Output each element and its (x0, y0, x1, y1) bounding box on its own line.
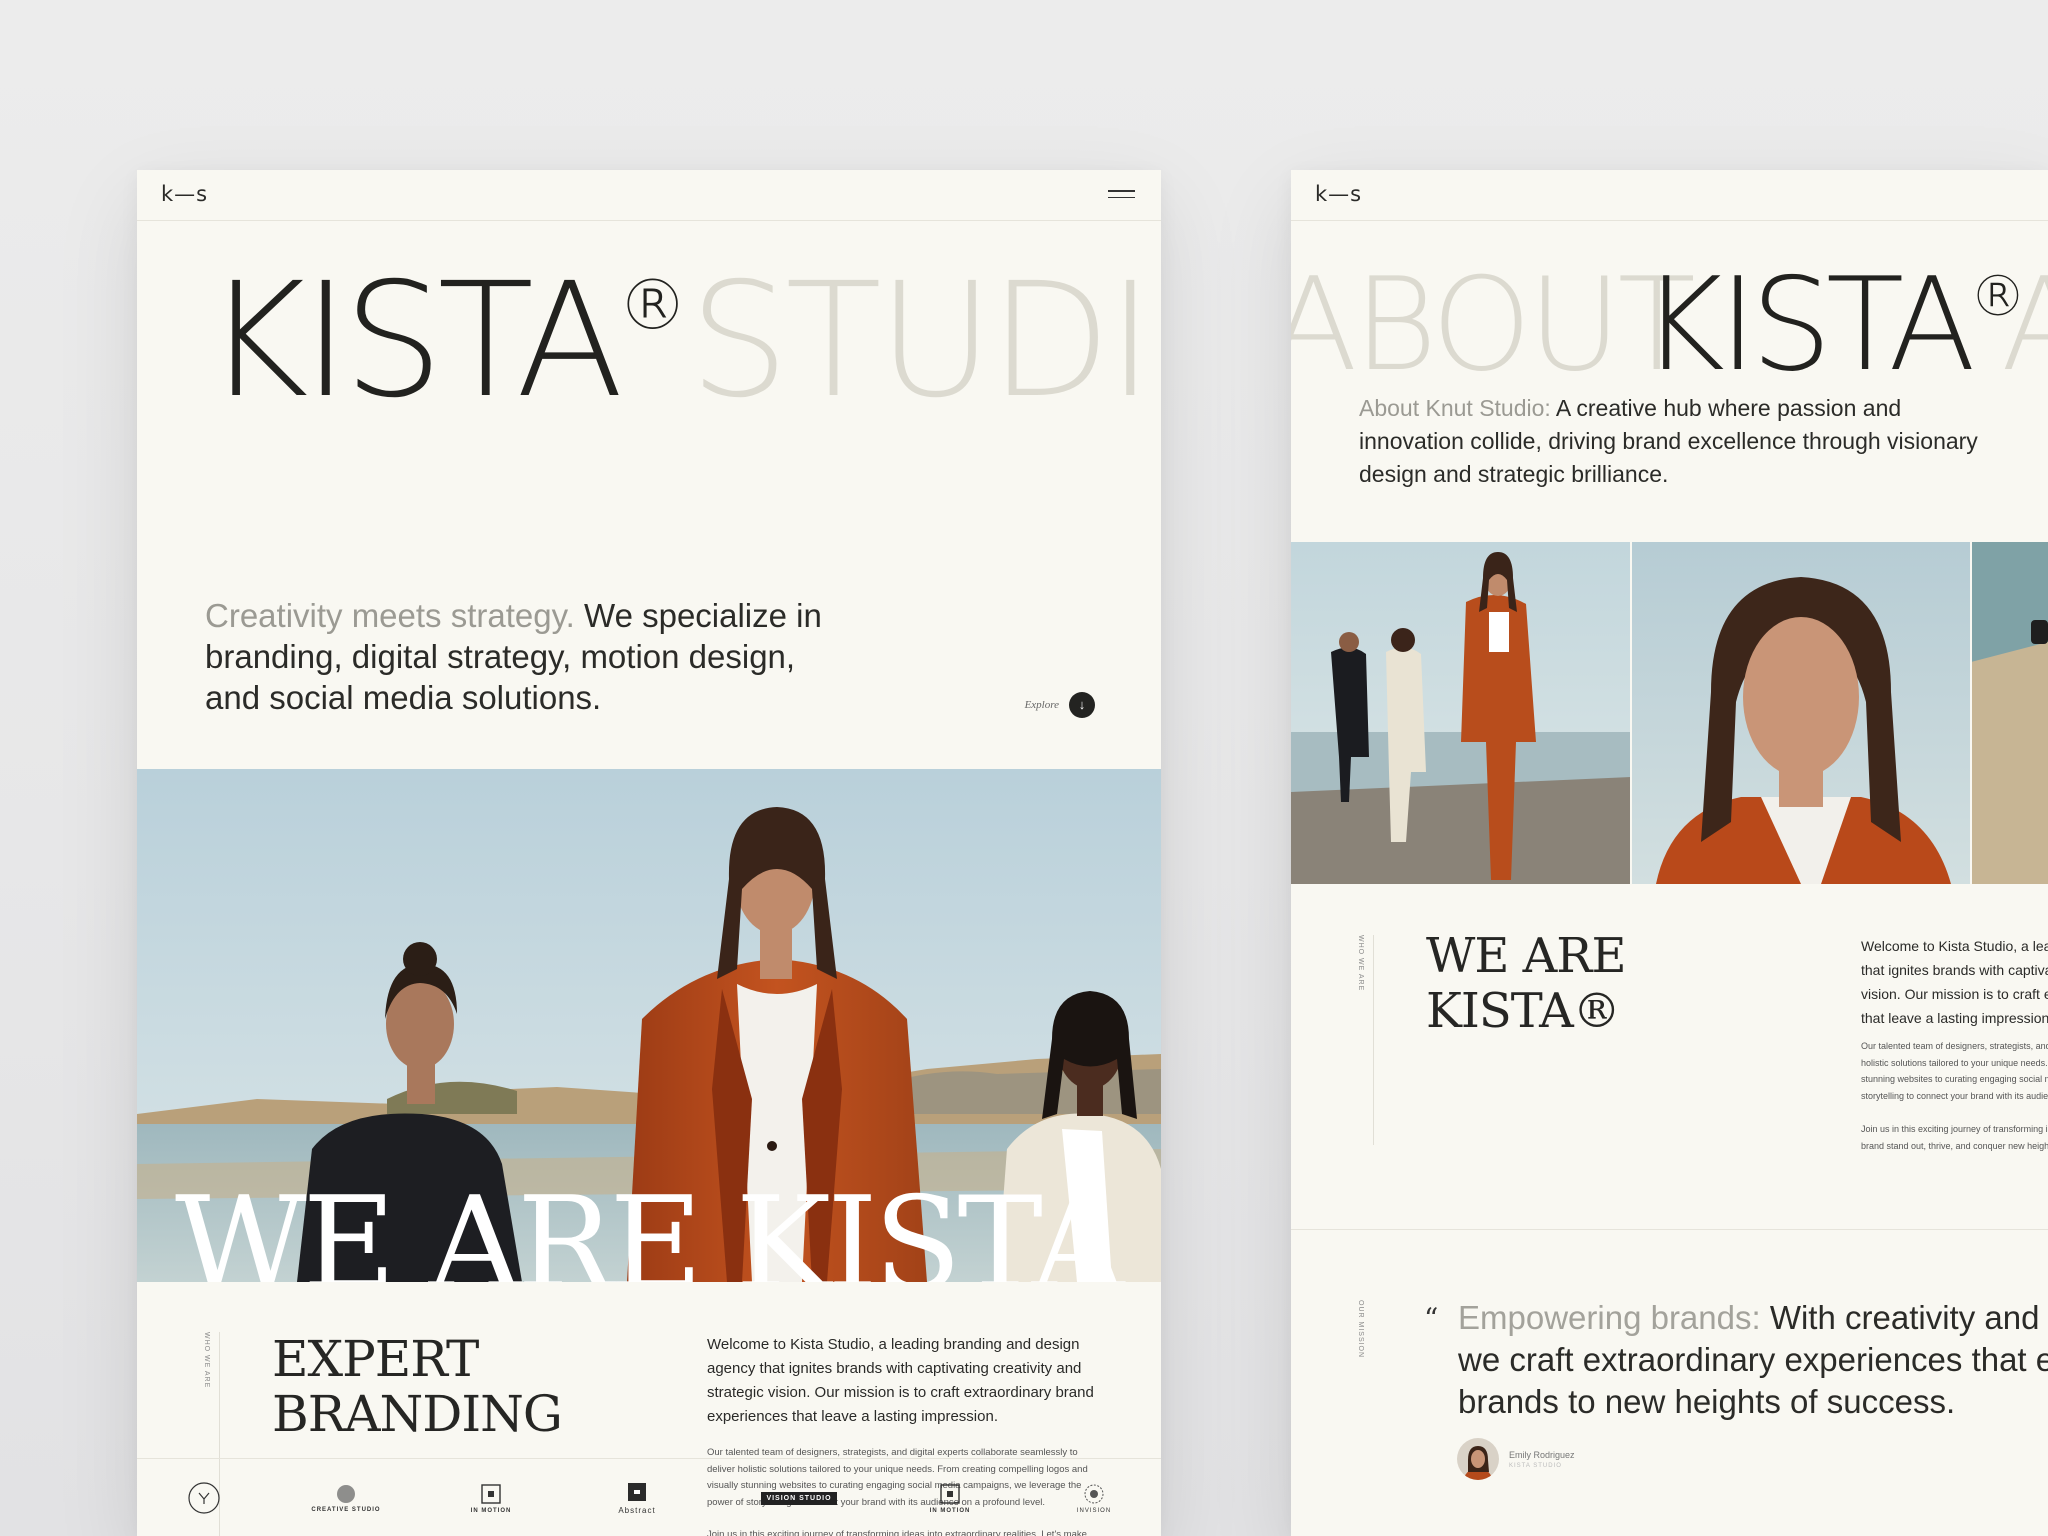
hamburger-menu-icon[interactable] (1108, 190, 1135, 199)
cropped-photo (1971, 542, 2048, 884)
section-tag: WHO WE ARE (1357, 935, 1364, 992)
client-logo-7[interactable]: INVISION (1049, 1459, 1139, 1536)
section-title: WE ARE KISTA® (1426, 928, 1626, 1039)
about-lead-paragraph: Welcome to Kista Studio, a leading brand… (1861, 938, 2048, 1026)
about-paragraph: Our talented team of designers, strategi… (1861, 1041, 2048, 1101)
quote-icon: “ (1424, 1302, 1439, 1335)
arrow-down-icon: ↓ (1069, 692, 1095, 718)
team-photos-illustration (1291, 542, 2048, 884)
explore-button[interactable]: Explore ↓ (1025, 692, 1095, 718)
quote-author: Emily Rodriguez KISTA STUDIO (1457, 1438, 1575, 1480)
square-frame-icon (940, 1483, 960, 1504)
client-logo-strip: CREATIVE STUDIO IN MOTION Abstract VISIO… (137, 1458, 1161, 1536)
intro-text: About Knut Studio: A creative hub where … (1359, 395, 1978, 487)
square-frame-icon (481, 1483, 501, 1504)
explore-label: Explore (1024, 699, 1059, 711)
hero-ghost-title: ABOUT (1291, 251, 1696, 400)
client-logo-1[interactable] (159, 1459, 249, 1536)
photo-gallery (1291, 542, 2048, 884)
section-divider (1373, 935, 1374, 1145)
about-paragraph-closing: Join us in this exciting journey of tran… (1861, 1124, 2048, 1151)
about-lead-paragraph: Welcome to Kista Studio, a leading brand… (707, 1336, 1094, 1425)
client-logo-6[interactable]: IN MOTION (905, 1459, 995, 1536)
top-bar: k—s (1291, 170, 2048, 221)
top-bar: k—s (137, 170, 1161, 221)
square-block-icon (628, 1483, 646, 1501)
portrait-photo (1631, 542, 1971, 884)
author-name: Emily Rodriguez (1509, 1449, 1575, 1460)
hero-title: KISTA® (1641, 251, 2027, 400)
hero-ghost-title-next: A (2001, 251, 2048, 400)
about-page-mockup: k—s ABOUT KISTA® A About Knut Studio: A … (1291, 170, 2048, 1536)
hero-ghost-title: STUDIO (689, 249, 1161, 433)
author-org: KISTA STUDIO (1509, 1462, 1562, 1469)
sphere-icon (337, 1484, 355, 1503)
flower-mark-icon (1084, 1484, 1104, 1503)
hero-photo: WE ARE KISTA (137, 769, 1161, 1282)
mission-quote: Empowering brands: With creativity and s… (1458, 1299, 2048, 1420)
site-logo[interactable]: k—s (1315, 182, 1362, 206)
hero-overlay-text: WE ARE KISTA (175, 1170, 1124, 1283)
client-logo-4[interactable]: Abstract (592, 1459, 682, 1536)
client-logo-2[interactable]: CREATIVE STUDIO (301, 1459, 391, 1536)
client-logo-3[interactable]: IN MOTION (446, 1459, 536, 1536)
client-logo-5[interactable]: VISION STUDIO (744, 1459, 854, 1536)
section-divider-horizontal (1291, 1229, 2048, 1230)
section-tag: WHO WE ARE (203, 1332, 210, 1389)
walking-group-photo (1291, 542, 1631, 884)
site-logo[interactable]: k—s (161, 182, 208, 206)
mission-tag: OUR MISSION (1357, 1300, 1364, 1359)
intro-text: Creativity meets strategy. We specialize… (205, 597, 822, 716)
avatar (1457, 1438, 1499, 1480)
section-title: EXPERT BRANDING (272, 1330, 563, 1443)
homepage-mockup: k—s KISTA® STUDIO Creativity meets strat… (137, 170, 1161, 1536)
hero-title: KISTA® (205, 249, 688, 433)
circle-badge-icon (188, 1482, 220, 1514)
